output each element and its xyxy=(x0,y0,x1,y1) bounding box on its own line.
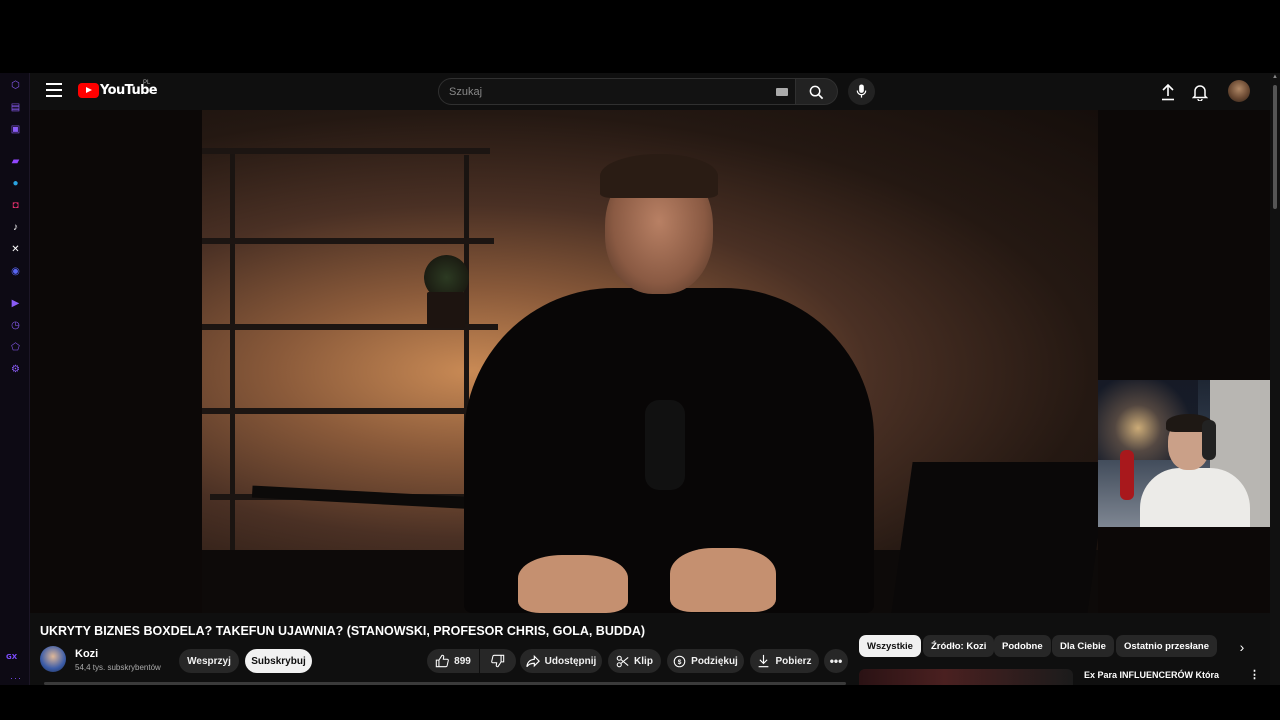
gx-label: GX xyxy=(6,653,18,661)
recommendation-title[interactable]: Ex Para INFLUENCERÓW Która xyxy=(1084,670,1219,680)
scroll-up-icon[interactable]: ▲ xyxy=(1272,74,1278,80)
region-code: PL xyxy=(143,80,151,86)
thumbs-up-icon xyxy=(435,654,449,668)
description-divider xyxy=(44,682,846,685)
account-avatar[interactable] xyxy=(1228,80,1250,102)
recommendation-thumbnail[interactable] xyxy=(859,669,1073,685)
shelf-post xyxy=(230,150,235,570)
upload-button[interactable] xyxy=(1158,82,1178,102)
microphone-icon xyxy=(856,84,867,98)
subscriber-count: 54,4 tys. subskrybentów xyxy=(75,663,161,672)
like-button[interactable]: 899 xyxy=(427,649,479,673)
player-icon[interactable]: ▶ xyxy=(9,297,22,310)
discord-icon[interactable]: ◉ xyxy=(9,265,22,278)
dislike-button[interactable] xyxy=(480,649,516,673)
plant-pot xyxy=(427,292,465,328)
shelf-board xyxy=(202,238,494,244)
presenter-hand xyxy=(670,548,776,612)
voice-search-button[interactable] xyxy=(848,78,875,105)
thanks-button[interactable]: $ Podziękuj xyxy=(667,649,744,673)
keyboard-icon[interactable] xyxy=(776,88,788,96)
download-label: Pobierz xyxy=(775,655,812,667)
super-thanks-icon: $ xyxy=(673,655,686,667)
scroll-thumb[interactable] xyxy=(1273,85,1277,209)
thumbs-down-icon xyxy=(491,654,505,668)
more-icon: ••• xyxy=(829,654,843,668)
chip-source-kozi[interactable]: Źródło: Kozi xyxy=(923,635,995,657)
support-label: Wesprzyj xyxy=(187,655,231,667)
kebab-menu-icon[interactable]: ⋮ xyxy=(1249,670,1260,681)
streamer-shirt xyxy=(1140,468,1250,527)
channel-name[interactable]: Kozi xyxy=(75,648,98,660)
chip-similar[interactable]: Podobne xyxy=(994,635,1051,657)
clip-label: Klip xyxy=(634,655,653,667)
shelf-board xyxy=(202,148,490,154)
video-frame[interactable] xyxy=(202,110,1098,613)
page-scrollbar[interactable]: ▲ xyxy=(1270,73,1280,685)
x-icon[interactable]: ✕ xyxy=(9,243,22,256)
more-actions-button[interactable]: ••• xyxy=(824,649,848,673)
twitch-icon[interactable]: ▰ xyxy=(9,155,22,168)
chip-recently-uploaded[interactable]: Ostatnio przesłane xyxy=(1116,635,1217,657)
tiktok-icon[interactable]: ♪ xyxy=(9,221,22,234)
like-count: 899 xyxy=(454,655,471,667)
cube-icon[interactable]: ⬡ xyxy=(9,79,22,92)
wallet-icon[interactable]: ▤ xyxy=(9,101,22,114)
channel-avatar[interactable] xyxy=(40,646,66,672)
chevron-right-icon[interactable]: › xyxy=(1232,637,1252,657)
studio-microphone xyxy=(645,400,685,490)
video-title: UKRYTY BIZNES BOXDELA? TAKEFUN UJAWNIA? … xyxy=(40,624,646,638)
pinboard-icon[interactable]: ⬠ xyxy=(9,341,22,354)
telegram-icon[interactable]: ● xyxy=(9,177,22,190)
share-button[interactable]: Udostępnij xyxy=(520,649,602,673)
notifications-button[interactable] xyxy=(1190,82,1210,102)
chip-for-you[interactable]: Dla Ciebie xyxy=(1052,635,1114,657)
scissors-icon xyxy=(616,655,629,667)
bell-icon xyxy=(1192,85,1208,101)
download-button[interactable]: Pobierz xyxy=(750,649,819,673)
video-details: UKRYTY BIZNES BOXDELA? TAKEFUN UJAWNIA? … xyxy=(30,613,1270,685)
streamer-headset xyxy=(1202,420,1216,460)
subscribe-label: Subskrybuj xyxy=(251,655,306,667)
shelf-board xyxy=(202,408,500,414)
clip-button[interactable]: Klip xyxy=(608,649,661,673)
gx-sidebar: ⬡ ▤ ▣ ▰ ● ◘ ♪ ✕ ◉ ▶ ◷ ⬠ ⚙ GX ··· xyxy=(0,73,30,685)
download-icon xyxy=(759,654,769,668)
presenter-hand xyxy=(518,555,628,613)
presenter-hair xyxy=(600,154,718,198)
laptop xyxy=(891,462,1098,613)
topbar: YouTube PL xyxy=(30,73,1270,110)
messenger-icon[interactable]: ▣ xyxy=(9,123,22,136)
instagram-icon[interactable]: ◘ xyxy=(9,199,22,212)
search-button[interactable] xyxy=(796,78,838,105)
share-label: Udostępnij xyxy=(544,655,597,667)
settings-icon[interactable]: ⚙ xyxy=(9,363,22,376)
subscribe-button[interactable]: Subskrybuj xyxy=(245,649,312,673)
history-icon[interactable]: ◷ xyxy=(9,319,22,332)
chip-all[interactable]: Wszystkie xyxy=(859,635,921,657)
menu-icon[interactable] xyxy=(46,83,62,99)
upload-icon xyxy=(1162,83,1174,101)
svg-text:$: $ xyxy=(678,658,682,665)
video-player[interactable] xyxy=(30,110,1270,613)
share-icon xyxy=(525,654,540,667)
more-icon[interactable]: ··· xyxy=(10,673,22,683)
search-input[interactable] xyxy=(449,84,759,100)
webcam-overlay xyxy=(1098,380,1270,527)
search-box xyxy=(438,78,796,105)
youtube-play-icon xyxy=(78,83,99,98)
support-button[interactable]: Wesprzyj xyxy=(179,649,239,673)
thanks-label: Podziękuj xyxy=(691,655,738,667)
search-icon xyxy=(809,85,824,100)
webcam-microphone xyxy=(1120,450,1134,500)
